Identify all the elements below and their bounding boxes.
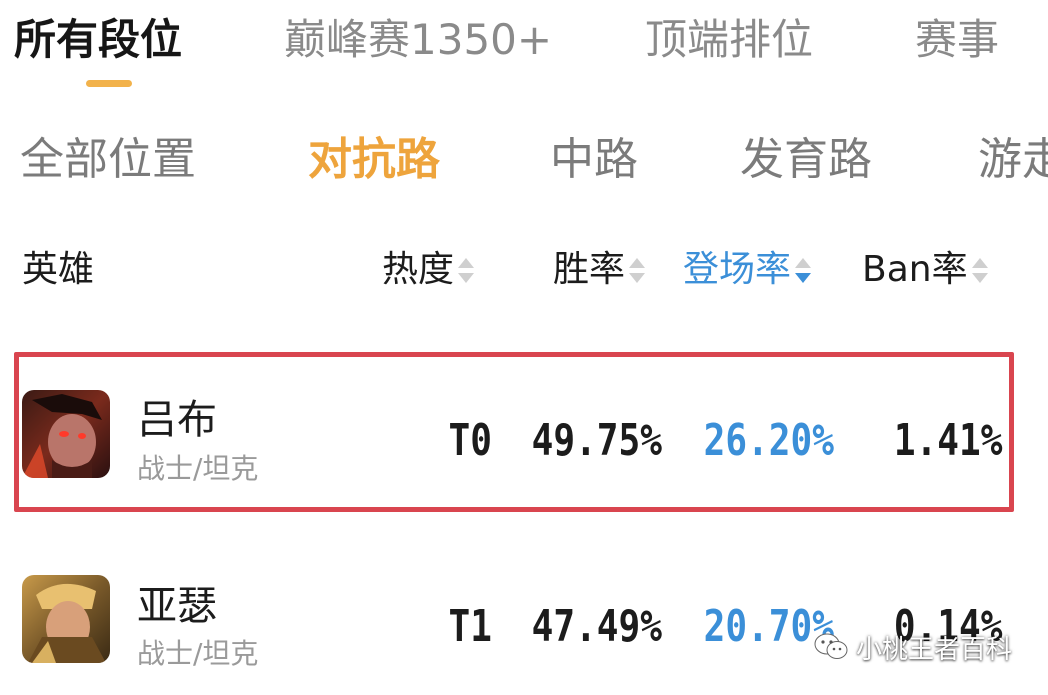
- table-row[interactable]: 亚瑟 战士/坦克 T1 47.49% 20.70% 0.14%: [0, 545, 1048, 695]
- pick-rate-value: 26.20%: [703, 415, 834, 466]
- hero-arthur-portrait-icon: [22, 575, 110, 663]
- ban-rate-value: 1.41%: [893, 415, 1002, 466]
- hero-role: 战士/坦克: [137, 637, 259, 670]
- active-tab-indicator: [86, 80, 132, 87]
- sort-icon: [971, 256, 988, 286]
- header-hero: 英雄: [22, 249, 95, 290]
- sort-desc-icon: [795, 256, 812, 286]
- hero-role: 战士/坦克: [137, 452, 259, 485]
- tab-peak-1350[interactable]: 巅峰赛1350+: [284, 12, 552, 68]
- watermark: 小桃王者百科: [814, 622, 1012, 672]
- header-pick-rate-label: 登场率: [683, 249, 792, 290]
- sort-icon: [458, 256, 475, 286]
- header-ban-rate[interactable]: Ban率: [862, 246, 988, 294]
- hero-lubu-portrait-icon: [22, 390, 110, 478]
- tab-top-ranked[interactable]: 顶端排位: [645, 12, 813, 68]
- tab-tournament[interactable]: 赛事: [915, 12, 999, 68]
- position-mid-lane[interactable]: 中路: [550, 130, 638, 190]
- table-header: 英雄 热度 胜率 登场率 Ban率: [0, 238, 1048, 308]
- sort-icon: [629, 256, 646, 286]
- header-pick-rate[interactable]: 登场率: [683, 246, 812, 294]
- wechat-icon: [814, 633, 848, 659]
- position-clash-lane[interactable]: 对抗路: [308, 130, 440, 190]
- hero-tier: T0: [448, 415, 492, 466]
- header-win-rate[interactable]: 胜率: [553, 246, 646, 294]
- rank-tab-bar: 所有段位 巅峰赛1350+ 顶端排位 赛事: [0, 0, 1048, 100]
- position-filter-bar: 全部位置 对抗路 中路 发育路 游走: [0, 120, 1048, 200]
- table-row[interactable]: 吕布 战士/坦克 T0 49.75% 26.20% 1.41%: [0, 362, 1048, 512]
- header-win-rate-label: 胜率: [553, 249, 626, 290]
- position-farm-lane[interactable]: 发育路: [740, 130, 872, 190]
- position-roam[interactable]: 游走: [978, 130, 1048, 190]
- hero-name: 吕布: [137, 397, 217, 443]
- win-rate-value: 47.49%: [531, 601, 662, 652]
- tab-all-ranks[interactable]: 所有段位: [14, 12, 182, 68]
- header-heat[interactable]: 热度: [382, 246, 475, 294]
- position-all[interactable]: 全部位置: [20, 130, 196, 190]
- hero-tier: T1: [448, 601, 492, 652]
- header-heat-label: 热度: [382, 249, 455, 290]
- win-rate-value: 49.75%: [531, 415, 662, 466]
- watermark-text: 小桃王者百科: [856, 634, 1013, 665]
- header-ban-rate-label: Ban率: [862, 249, 968, 290]
- hero-name: 亚瑟: [137, 583, 217, 629]
